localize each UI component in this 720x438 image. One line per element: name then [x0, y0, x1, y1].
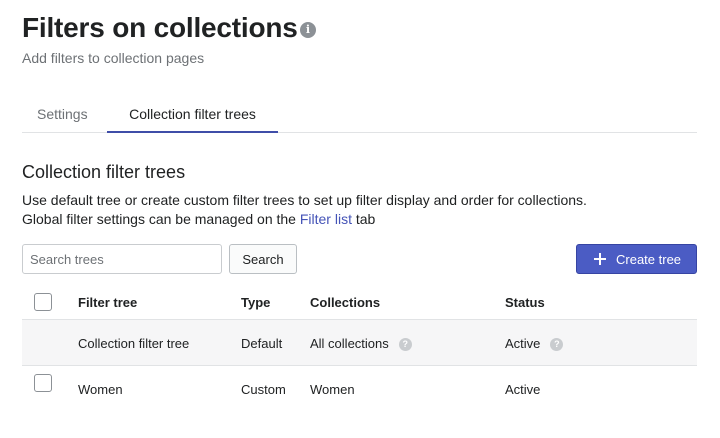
- description-line2-suffix: tab: [351, 211, 376, 227]
- page-subtitle: Add filters to collection pages: [22, 50, 205, 66]
- tab-collection-filter-trees[interactable]: Collection filter trees: [107, 96, 278, 133]
- page-title: Filters on collections: [22, 12, 298, 43]
- filter-list-link[interactable]: Filter list: [300, 211, 352, 227]
- filter-tree-type: Default: [241, 336, 283, 351]
- search-input[interactable]: [22, 244, 222, 274]
- section-description: Use default tree or create custom filter…: [22, 191, 587, 229]
- filter-tree-collections: Women: [310, 382, 355, 397]
- tab-bar: Settings Collection filter trees: [22, 96, 697, 133]
- search-button[interactable]: Search: [229, 244, 297, 274]
- table-header-row: Filter tree Type Collections Status: [22, 284, 697, 320]
- column-header-filter-tree: Filter tree: [78, 295, 138, 310]
- help-icon[interactable]: ?: [550, 338, 564, 351]
- tab-settings[interactable]: Settings: [22, 96, 106, 132]
- filter-tree-type: Custom: [241, 382, 286, 397]
- column-header-type: Type: [241, 295, 271, 310]
- info-icon[interactable]: i: [300, 22, 316, 38]
- select-all-checkbox[interactable]: [34, 293, 52, 311]
- filter-tree-name: Women: [78, 382, 123, 397]
- plus-icon: [594, 253, 606, 265]
- column-header-collections: Collections: [310, 295, 381, 310]
- create-tree-label: Create tree: [616, 251, 682, 267]
- table-row[interactable]: Women Custom Women Active: [22, 366, 697, 412]
- description-line1: Use default tree or create custom filter…: [22, 192, 587, 208]
- filter-trees-table: Filter tree Type Collections Status Coll…: [22, 284, 697, 412]
- column-header-status: Status: [505, 295, 545, 310]
- filter-tree-status: Active: [505, 382, 541, 397]
- table-row[interactable]: Collection filter tree Default All colle…: [22, 320, 697, 366]
- filter-tree-collections: All collections?: [310, 336, 412, 351]
- filter-tree-status: Active?: [505, 336, 564, 351]
- collections-text: All collections: [310, 336, 389, 351]
- section-title: Collection filter trees: [22, 162, 186, 182]
- row-checkbox[interactable]: [34, 374, 52, 392]
- status-text: Active: [505, 336, 541, 351]
- create-tree-button[interactable]: Create tree: [576, 244, 697, 274]
- help-icon[interactable]: ?: [398, 338, 412, 351]
- description-line2-prefix: Global filter settings can be managed on…: [22, 211, 300, 227]
- filter-tree-name: Collection filter tree: [78, 336, 190, 351]
